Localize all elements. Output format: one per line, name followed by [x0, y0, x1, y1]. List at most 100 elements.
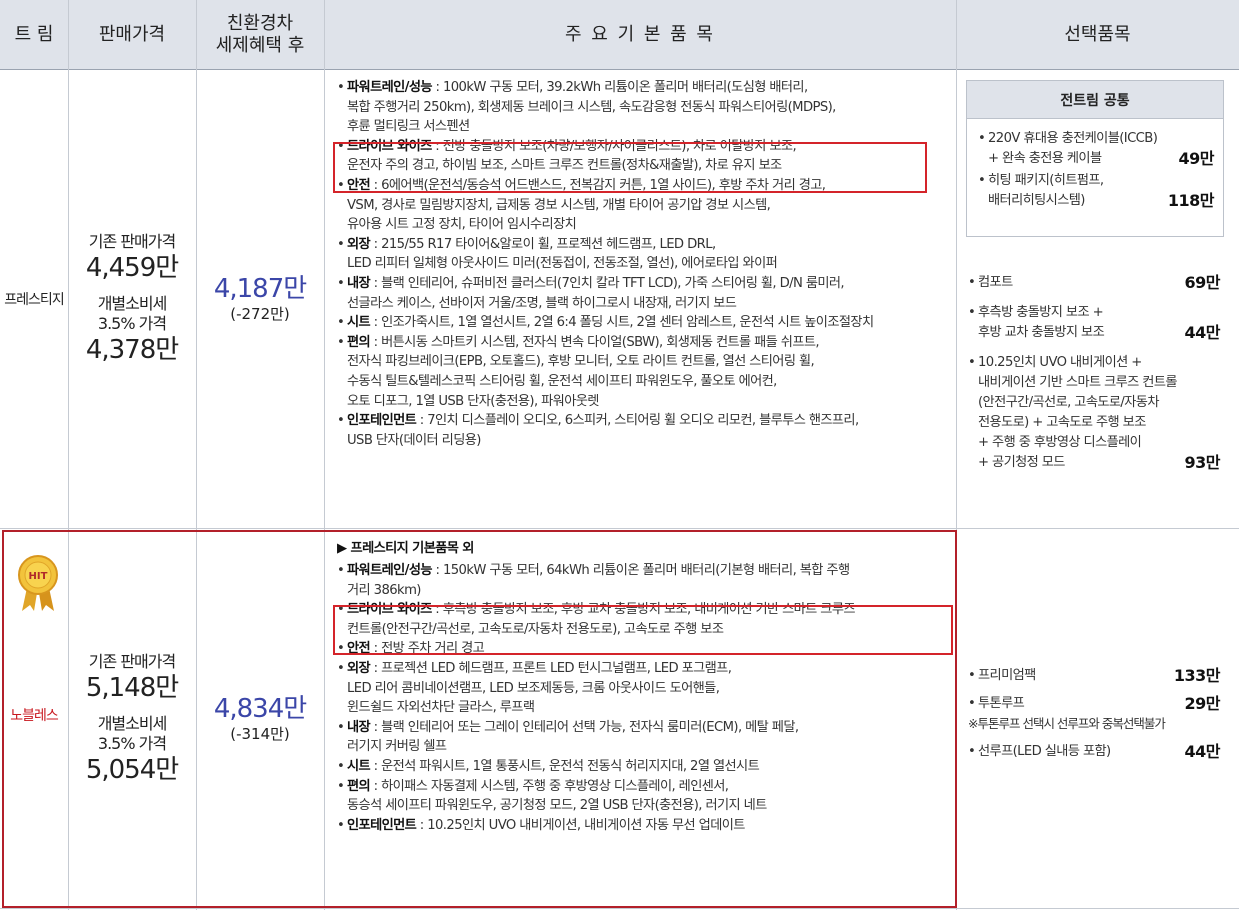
- hit-badge-icon: HIT: [18, 555, 58, 611]
- option-price: 93만: [1184, 453, 1221, 472]
- feature-line: 복합 주행거리 250km), 회생제동 브레이크 시스템, 속도감응형 전동식…: [347, 98, 950, 118]
- feature-category: 편의: [347, 334, 371, 350]
- feature-category: 편의: [347, 778, 371, 794]
- feature-text: 후륜 멀티링크 서스펜션: [347, 119, 470, 135]
- option-price: 49만: [1178, 149, 1215, 168]
- options-list-noblesse: 프리미엄팩133만투톤루프29만 ※투톤루프 선택시 선루프와 중복선택불가선루프…: [968, 666, 1221, 770]
- feature-text: : 프로젝션 LED 헤드램프, 프론트 LED 턴시그널램프, LED 포그램…: [370, 660, 732, 676]
- feature-item: 파워트레인/성능 : 150kW 구동 모터, 64kWh 리튬이온 폴리머 배…: [335, 561, 950, 600]
- feature-line: 내장 : 블랙 인테리어, 슈퍼비전 클러스터(7인치 칼라 TFT LCD),…: [347, 274, 950, 294]
- base-price: 5,148만: [85, 673, 179, 703]
- header-eco-line1: 친환경차: [226, 13, 294, 34]
- feature-item: 인포테인먼트 : 10.25인치 UVO 내비게이션, 내비게이션 자동 무선 …: [335, 816, 950, 836]
- feature-text: 오토 디포그, 1열 USB 단자(충전용), 파워아웃렛: [347, 393, 599, 409]
- feature-item: 내장 : 블랙 인테리어 또는 그레이 인테리어 선택 가능, 전자식 룸미러(…: [335, 718, 950, 757]
- header-eco: 친환경차 세제혜택 후: [196, 0, 324, 70]
- feature-item: 편의 : 하이패스 자동결제 시스템, 주행 중 후방영상 디스플레이, 레인센…: [335, 777, 950, 816]
- feature-item: 외장 : 프로젝션 LED 헤드램프, 프론트 LED 턴시그널램프, LED …: [335, 659, 950, 718]
- feature-text: 윈드쉴드 자외선차단 글라스, 루프랙: [347, 700, 535, 716]
- feature-item: 외장 : 215/55 R17 타이어&알로이 휠, 프로젝션 헤드램프, LE…: [335, 235, 950, 274]
- option-price: 44만: [1184, 742, 1221, 761]
- feature-list-noblesse: 파워트레인/성능 : 150kW 구동 모터, 64kWh 리튬이온 폴리머 배…: [335, 561, 950, 835]
- highlight-box: [333, 605, 953, 655]
- feature-line: LED 리어 콤비네이션램프, LED 보조제동등, 크롬 아웃사이드 도어핸들…: [347, 679, 950, 699]
- option-price: 44만: [1184, 323, 1221, 342]
- base-price-label: 기존 판매가격: [88, 652, 176, 671]
- feature-line: VSM, 경사로 밀림방지장치, 급제동 경보 시스템, 개별 타이어 공기압 …: [347, 196, 950, 216]
- feature-text: LED 리피터 일체형 아웃사이드 미러(전동접이, 전동조절, 열선), 에어…: [347, 256, 778, 272]
- row-divider: [0, 528, 1239, 529]
- tax-label-rate: 3.5% 가격: [97, 734, 167, 753]
- tax-label-rate: 3.5% 가격: [97, 314, 167, 333]
- option-item: 220V 휴대용 충전케이블(ICCB)+ 완속 충전용 케이블49만: [978, 129, 1214, 169]
- feature-line: 시트 : 인조가죽시트, 1열 열선시트, 2열 6:4 폴딩 시트, 2열 센…: [347, 313, 950, 333]
- noblesse-intro: ▶ 프레스티지 기본품목 외: [337, 541, 474, 556]
- feature-line: 거리 386km): [347, 581, 950, 601]
- feature-line: 파워트레인/성능 : 150kW 구동 모터, 64kWh 리튬이온 폴리머 배…: [347, 561, 950, 581]
- trim-name: 프레스티지: [4, 292, 64, 308]
- common-options-title: 전트림 공통: [967, 81, 1223, 119]
- feature-text: 거리 386km): [347, 582, 421, 598]
- feature-line: 외장 : 215/55 R17 타이어&알로이 휠, 프로젝션 헤드램프, LE…: [347, 235, 950, 255]
- option-line: 후방 교차 충돌방지 보조: [978, 325, 1105, 340]
- feature-text: : 운전석 파워시트, 1열 통풍시트, 운전석 전동식 허리지지대, 2열 열…: [370, 758, 760, 774]
- feature-item: 인포테인먼트 : 7인치 디스플레이 오디오, 6스피커, 스티어링 휠 오디오…: [335, 411, 950, 450]
- feature-text: : 하이패스 자동결제 시스템, 주행 중 후방영상 디스플레이, 레인센서,: [370, 778, 729, 794]
- feature-line: 인포테인먼트 : 7인치 디스플레이 오디오, 6스피커, 스티어링 휠 오디오…: [347, 411, 950, 431]
- feature-text: : 버튼시동 스마트키 시스템, 전자식 변속 다이얼(SBW), 회생제동 컨…: [370, 334, 820, 350]
- price-cell-noblesse: 기존 판매가격 5,148만 개별소비세 3.5% 가격 5,054만: [68, 530, 196, 908]
- feature-text: : 150kW 구동 모터, 64kWh 리튬이온 폴리머 배터리(기본형 배터…: [431, 563, 851, 578]
- feature-line: 시트 : 운전석 파워시트, 1열 통풍시트, 운전석 전동식 허리지지대, 2…: [347, 757, 950, 777]
- feature-item: 시트 : 인조가죽시트, 1열 열선시트, 2열 6:4 폴딩 시트, 2열 센…: [335, 313, 950, 333]
- option-line: (안전구간/곡선로, 고속도로/자동차: [978, 395, 1159, 410]
- feature-text: : 블랙 인테리어 또는 그레이 인테리어 선택 가능, 전자식 룸미러(ECM…: [370, 719, 799, 735]
- tax-price: 4,378만: [85, 335, 179, 365]
- feature-text: : 블랙 인테리어, 슈퍼비전 클러스터(7인치 칼라 TFT LCD), 가죽…: [370, 275, 845, 291]
- feature-item: 파워트레인/성능 : 100kW 구동 모터, 39.2kWh 리튬이온 폴리머…: [335, 78, 950, 137]
- option-item: 프리미엄팩133만: [968, 666, 1221, 686]
- base-price-label: 기존 판매가격: [88, 232, 176, 251]
- feature-text: : 215/55 R17 타이어&알로이 휠, 프로젝션 헤드램프, LED D…: [370, 236, 716, 252]
- option-line: 220V 휴대용 충전케이블(ICCB): [978, 129, 1214, 149]
- option-item: 히팅 패키지(히트펌프,배터리히팅시스템)118만: [978, 171, 1215, 211]
- eco-price: 4,187만: [213, 274, 307, 304]
- row-divider: [0, 908, 1239, 909]
- feature-category: 시트: [347, 315, 371, 331]
- option-item: 10.25인치 UVO 내비게이션 + 내비게이션 기반 스마트 크루즈 컨트롤 (…: [968, 353, 1220, 473]
- feature-line: 전자식 파킹브레이크(EPB, 오토홀드), 후방 모니터, 오토 라이트 컨트…: [347, 352, 950, 372]
- feature-line: LED 리피터 일체형 아웃사이드 미러(전동접이, 전동조절, 열선), 에어…: [347, 254, 950, 274]
- feature-text: 전자식 파킹브레이크(EPB, 오토홀드), 후방 모니터, 오토 라이트 컨트…: [347, 354, 815, 370]
- eco-diff: (-272만): [230, 305, 290, 323]
- option-note: ※투톤루프 선택시 선루프와 중복선택불가: [968, 716, 1166, 731]
- option-line: 전용도로) + 고속도로 주행 보조: [978, 415, 1146, 430]
- option-line: 투톤루프: [968, 694, 1220, 714]
- feature-text: LED 리어 콤비네이션램프, LED 보조제동등, 크롬 아웃사이드 도어핸들…: [347, 680, 720, 696]
- option-item: 선루프(LED 실내등 포함)44만: [968, 742, 1220, 762]
- feature-line: 편의 : 버튼시동 스마트키 시스템, 전자식 변속 다이얼(SBW), 회생제…: [347, 333, 950, 353]
- hit-badge-text: HIT: [29, 571, 48, 582]
- header-trim: 트 림: [14, 24, 54, 45]
- feature-item: 편의 : 버튼시동 스마트키 시스템, 전자식 변속 다이얼(SBW), 회생제…: [335, 333, 950, 411]
- common-options-list: 220V 휴대용 충전케이블(ICCB)+ 완속 충전용 케이블49만히팅 패키…: [978, 129, 1215, 213]
- eco-cell-noblesse: 4,834만 (-314만): [196, 530, 324, 908]
- feature-category: 파워트레인/성능: [347, 80, 433, 95]
- feature-item: 내장 : 블랙 인테리어, 슈퍼비전 클러스터(7인치 칼라 TFT LCD),…: [335, 274, 950, 313]
- trim-cell-prestige: 프레스티지: [0, 70, 68, 528]
- feature-line: 오토 디포그, 1열 USB 단자(충전용), 파워아웃렛: [347, 392, 950, 412]
- trim-cell-noblesse: 노블레스: [0, 680, 68, 750]
- feature-line: 동승석 세이프티 파워윈도우, 공기청정 모드, 2열 USB 단자(충전용),…: [347, 796, 950, 816]
- tax-price: 5,054만: [85, 755, 179, 785]
- option-price: 118만: [1167, 191, 1215, 210]
- option-line: + 공기청정 모드: [978, 455, 1065, 470]
- base-price: 4,459만: [85, 253, 179, 283]
- feature-text: : 10.25인치 UVO 내비게이션, 내비게이션 자동 무선 업데이트: [416, 817, 746, 833]
- highlight-box: [333, 142, 927, 193]
- feature-category: 파워트레인/성능: [347, 563, 433, 578]
- eco-cell-prestige: 4,187만 (-272만): [196, 70, 324, 528]
- option-line: 후측방 충돌방지 보조 +: [968, 303, 1220, 323]
- feature-line: 후륜 멀티링크 서스펜션: [347, 117, 950, 137]
- option-price: 69만: [1184, 273, 1221, 292]
- option-line: 10.25인치 UVO 내비게이션 +: [968, 353, 1220, 373]
- feature-text: 복합 주행거리 250km), 회생제동 브레이크 시스템, 속도감응형 전동식…: [347, 99, 836, 115]
- header-features: 주 요 기 본 품 목: [565, 24, 715, 45]
